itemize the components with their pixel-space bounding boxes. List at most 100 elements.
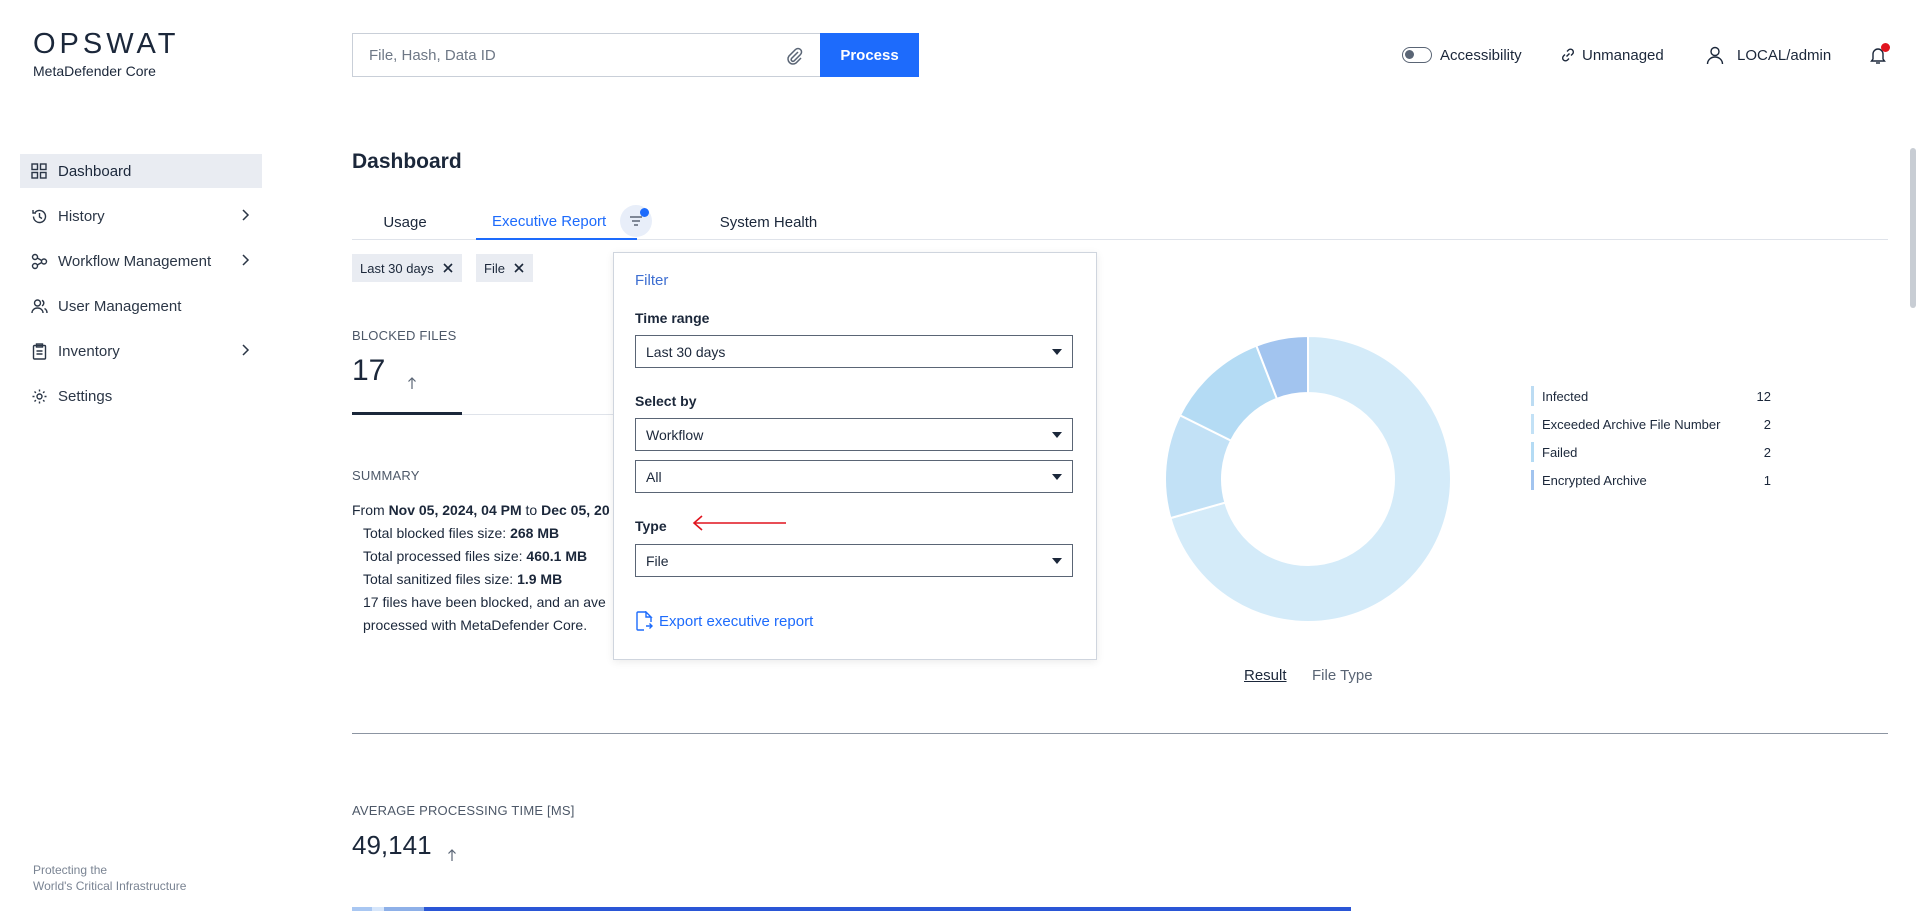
summary-to: to (521, 502, 542, 518)
users-icon (30, 297, 48, 315)
logo[interactable]: OPSWAT MetaDefender Core (33, 30, 179, 80)
select-value: Workflow (646, 426, 704, 443)
accessibility-toggle[interactable]: Accessibility (1402, 43, 1522, 67)
user-icon (1706, 46, 1724, 65)
clipboard-icon (30, 342, 48, 360)
summary-processed-size: Total processed files size: 460.1 MB (363, 548, 588, 564)
select-by-select[interactable]: Workflow (635, 418, 1073, 451)
chip-label: File (484, 260, 505, 276)
avg-processing-label: AVERAGE PROCESSING TIME [MS] (352, 803, 575, 818)
sidebar-item-label: Workflow Management (58, 252, 212, 270)
legend-item[interactable]: Failed 2 (1531, 442, 1771, 462)
unmanaged-link[interactable]: Unmanaged (1560, 43, 1664, 67)
summary-blocked-size: Total blocked files size: 268 MB (363, 525, 560, 541)
blocked-files-value: 17 (352, 354, 386, 387)
blocked-files-underline (352, 412, 462, 415)
summary-range: From Nov 05, 2024, 04 PM to Dec 05, 20 (352, 499, 610, 522)
export-label: Export executive report (659, 612, 814, 630)
export-file-icon (636, 611, 653, 631)
arrow-up-icon (448, 849, 456, 861)
legend-label: Encrypted Archive (1542, 472, 1647, 488)
chevron-down-icon (1052, 558, 1062, 564)
tab-bar: Usage Executive Report System Health (352, 205, 1888, 240)
tab-usage[interactable]: Usage (352, 205, 458, 240)
processing-time-bar (352, 907, 1351, 911)
tab-executive-report[interactable]: Executive Report (476, 205, 637, 240)
tab-label: Executive Report (492, 213, 607, 230)
summary-line: 17 files have been blocked, and an ave (363, 594, 606, 610)
sidebar-item-workflow-management[interactable]: Workflow Management (20, 244, 262, 278)
filter-popup-title: Filter (635, 272, 669, 289)
scrollbar-thumb[interactable] (1910, 148, 1916, 308)
legend-label: Infected (1542, 388, 1589, 404)
chevron-down-icon (1052, 474, 1062, 480)
sidebar-item-label: Inventory (58, 342, 120, 360)
search-input[interactable] (369, 46, 769, 64)
legend-item[interactable]: Infected 12 (1531, 386, 1771, 406)
workflow-select[interactable]: All (635, 460, 1073, 493)
summary-text: From Nov 05, 2024, 04 PM to Dec 05, 20 T… (352, 499, 610, 637)
legend-value: 2 (1763, 416, 1771, 432)
select-value: File (646, 552, 669, 569)
summary-to-date: Dec 05, 20 (541, 502, 610, 518)
gear-icon (30, 387, 48, 405)
section-divider (352, 733, 1888, 734)
legend-label: Failed (1542, 444, 1578, 460)
user-menu[interactable]: LOCAL/admin (1705, 43, 1831, 67)
close-icon[interactable] (513, 262, 525, 274)
chart-tab-result[interactable]: Result (1244, 667, 1287, 684)
avg-processing-value: 49,141 (352, 830, 432, 860)
tagline-line: Protecting the (33, 863, 108, 877)
unlink-icon (1561, 48, 1575, 62)
select-value: Last 30 days (646, 343, 726, 360)
workflow-icon (30, 252, 48, 270)
chart-tab-file-type[interactable]: File Type (1312, 667, 1373, 684)
legend-value: 12 (1756, 388, 1771, 404)
select-value: All (646, 468, 662, 485)
filter-chip-type: File (476, 254, 533, 282)
sidebar-item-user-management[interactable]: User Management (20, 289, 262, 323)
chevron-right-icon (242, 344, 250, 356)
notification-badge (1881, 43, 1890, 52)
filter-active-dot (640, 208, 649, 217)
sidebar-item-settings[interactable]: Settings (20, 379, 262, 413)
summary-from-date: Nov 05, 2024, 04 PM (388, 502, 522, 518)
blocked-files-label: BLOCKED FILES (352, 328, 457, 343)
legend-item[interactable]: Exceeded Archive File Number 2 (1531, 414, 1771, 434)
time-range-select[interactable]: Last 30 days (635, 335, 1073, 368)
legend-value: 2 (1763, 444, 1771, 460)
tab-system-health[interactable]: System Health (696, 205, 841, 240)
time-range-label: Time range (635, 310, 710, 326)
product-name: MetaDefender Core (33, 63, 156, 79)
sidebar-item-label: History (58, 207, 105, 225)
summary-sanitized-size: Total sanitized files size: 1.9 MB (363, 571, 563, 587)
sidebar-item-dashboard[interactable]: Dashboard (20, 154, 262, 188)
filter-popup: Filter Time range Last 30 days Select by… (613, 252, 1097, 660)
search-box (352, 33, 820, 77)
sidebar-item-history[interactable]: History (20, 199, 262, 233)
close-icon[interactable] (442, 262, 454, 274)
notifications-button[interactable] (1868, 43, 1890, 67)
filter-button[interactable] (620, 205, 652, 237)
sidebar: Dashboard History Workflow Management Us… (20, 154, 262, 424)
sidebar-item-inventory[interactable]: Inventory (20, 334, 262, 368)
summary-from: From (352, 502, 389, 518)
legend-value: 1 (1763, 472, 1771, 488)
sidebar-item-label: User Management (58, 297, 182, 315)
legend-item[interactable]: Encrypted Archive 1 (1531, 470, 1771, 490)
paperclip-icon[interactable] (784, 46, 804, 66)
user-label: LOCAL/admin (1737, 46, 1832, 64)
export-report-link[interactable]: Export executive report (635, 611, 813, 631)
tagline: Protecting the World's Critical Infrastr… (33, 862, 186, 894)
chip-label: Last 30 days (360, 260, 434, 276)
type-label: Type (635, 518, 667, 534)
filter-chip-time: Last 30 days (352, 254, 462, 282)
annotation-arrow-icon (692, 515, 786, 531)
unmanaged-label: Unmanaged (1582, 46, 1664, 64)
toggle-switch[interactable] (1402, 47, 1432, 63)
grid-icon (30, 162, 48, 180)
process-button[interactable]: Process (820, 33, 919, 77)
type-select[interactable]: File (635, 544, 1073, 577)
history-icon (30, 207, 48, 225)
result-donut-chart (1164, 334, 1452, 623)
